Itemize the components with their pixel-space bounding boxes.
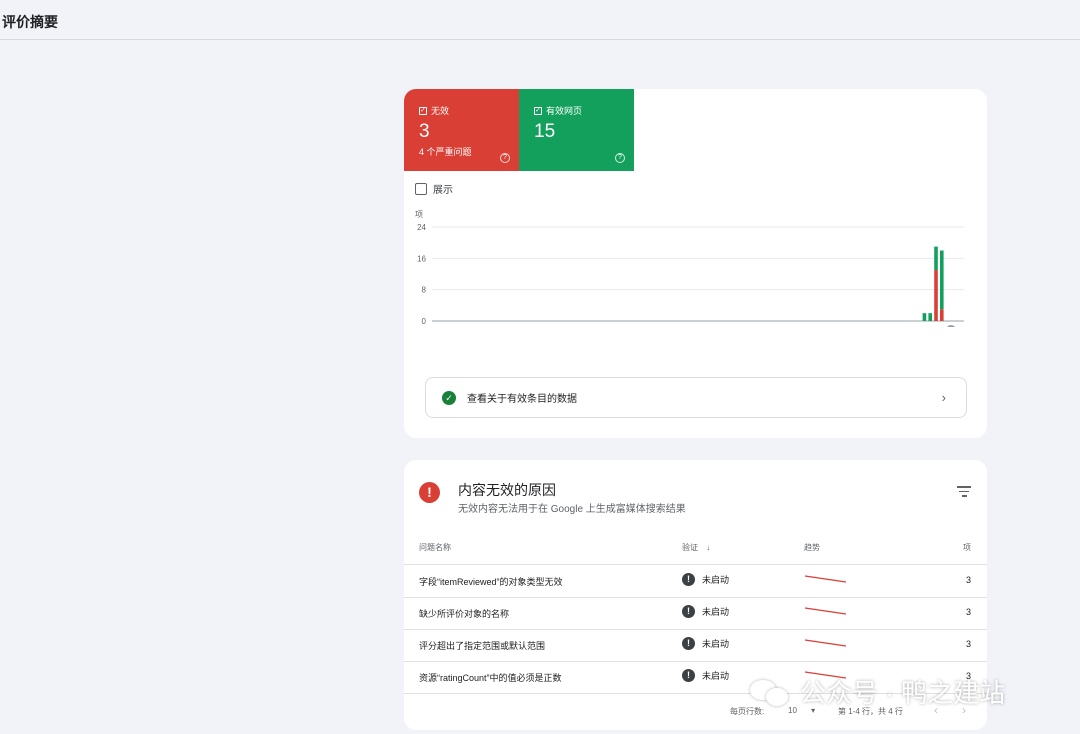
column-header-validation[interactable]: 验证 ↓ xyxy=(682,542,710,553)
trend-sparkline xyxy=(804,638,848,650)
y-tick-label: 0 xyxy=(422,317,427,326)
watermark-text: 公众号 · 鸭之建站 xyxy=(800,678,1006,708)
table-row[interactable]: 评分超出了指定范围或默认范围 ! 未启动 3 xyxy=(404,630,987,662)
valid-tile-label: ✓ 有效网页 xyxy=(534,106,583,116)
chevron-right-icon: › xyxy=(941,390,946,405)
invalid-subtext: 4 个严重问题 xyxy=(419,147,472,157)
issues-subtitle: 无效内容无法用于在 Google 上生成富媒体搜索结果 xyxy=(458,504,686,515)
show-toggle[interactable]: 展示 xyxy=(415,181,453,196)
valid-items-link[interactable]: ✓ 查看关于有效条目的数据 › xyxy=(425,377,967,418)
status-exclamation-icon: ! xyxy=(682,637,695,650)
y-tick-label: 8 xyxy=(422,286,427,295)
status-exclamation-icon: ! xyxy=(682,605,695,618)
y-tick-label: 16 xyxy=(417,254,426,263)
top-bar: 评价摘要 xyxy=(0,0,1080,40)
table-row[interactable]: 缺少所评价对象的名称 ! 未启动 3 xyxy=(404,598,987,630)
invalid-count: 3 xyxy=(419,121,430,142)
filter-icon[interactable] xyxy=(957,486,971,498)
chart-bar xyxy=(940,250,944,310)
validation-status: ! 未启动 xyxy=(682,605,729,618)
y-axis-label: 项 xyxy=(415,210,423,219)
status-exclamation-icon: ! xyxy=(682,669,695,682)
issue-name: 资源“ratingCount”中的值必须是正数 xyxy=(419,673,562,683)
checkbox-checked-icon[interactable]: ✓ xyxy=(534,106,542,115)
valid-items-link-label: 查看关于有效条目的数据 xyxy=(467,394,577,405)
table-header: 问题名称 验证 ↓ 趋势 项 xyxy=(404,536,987,565)
show-toggle-label: 展示 xyxy=(433,185,453,196)
issue-name: 评分超出了指定范围或默认范围 xyxy=(419,641,546,651)
status-exclamation-icon: ! xyxy=(682,573,695,586)
issue-count: 3 xyxy=(965,575,971,585)
y-tick-label: 24 xyxy=(417,223,426,232)
checkbox-checked-icon[interactable]: ✓ xyxy=(419,106,427,115)
issue-name: 缺少所评价对象的名称 xyxy=(419,609,510,619)
chart-bar xyxy=(928,313,933,321)
table-row[interactable]: 字段“itemReviewed”的对象类型无效 ! 未启动 3 xyxy=(404,566,987,598)
chart-bar xyxy=(934,270,938,321)
column-header-trend[interactable]: 趋势 xyxy=(804,542,820,553)
sort-arrow-icon: ↓ xyxy=(706,543,711,552)
invalid-tile[interactable]: ✓ 无效 3 4 个严重问题 ? xyxy=(404,89,519,171)
error-icon: ! xyxy=(419,482,440,503)
issue-count: 3 xyxy=(965,639,971,649)
column-header-count[interactable]: 项 xyxy=(963,542,971,553)
help-icon[interactable]: ? xyxy=(500,153,510,163)
issues-title: 内容无效的原因 xyxy=(458,482,556,498)
issues-chart: 项0816242025/1/242025/2/42025/2/152025/2/… xyxy=(415,210,964,327)
validation-status: ! 未启动 xyxy=(682,637,729,650)
invalid-tile-label: ✓ 无效 xyxy=(419,106,450,116)
summary-card: ✓ 无效 3 4 个严重问题 ? ✓ 有效网页 15 ? 展示 项0816242… xyxy=(404,89,987,438)
validation-status: ! 未启动 xyxy=(682,573,729,586)
issue-count: 3 xyxy=(965,607,971,617)
chart-bar xyxy=(922,313,927,321)
chart-bar xyxy=(940,309,944,321)
trend-sparkline xyxy=(804,574,848,586)
help-icon[interactable]: ? xyxy=(615,153,625,163)
annotation-marker xyxy=(947,325,955,327)
watermark: 公众号 · 鸭之建站 xyxy=(750,673,1005,710)
issue-name: 字段“itemReviewed”的对象类型无效 xyxy=(419,577,563,587)
column-header-name[interactable]: 问题名称 xyxy=(419,542,451,553)
checkbox-unchecked-icon[interactable] xyxy=(415,182,427,195)
wechat-logo-icon xyxy=(750,676,790,708)
check-circle-icon: ✓ xyxy=(442,390,456,405)
validation-status: ! 未启动 xyxy=(682,669,729,682)
page-title: 评价摘要 xyxy=(2,14,58,30)
trend-sparkline xyxy=(804,606,848,618)
chart-bar xyxy=(934,246,938,271)
valid-tile[interactable]: ✓ 有效网页 15 ? xyxy=(519,89,634,171)
valid-count: 15 xyxy=(534,121,556,142)
